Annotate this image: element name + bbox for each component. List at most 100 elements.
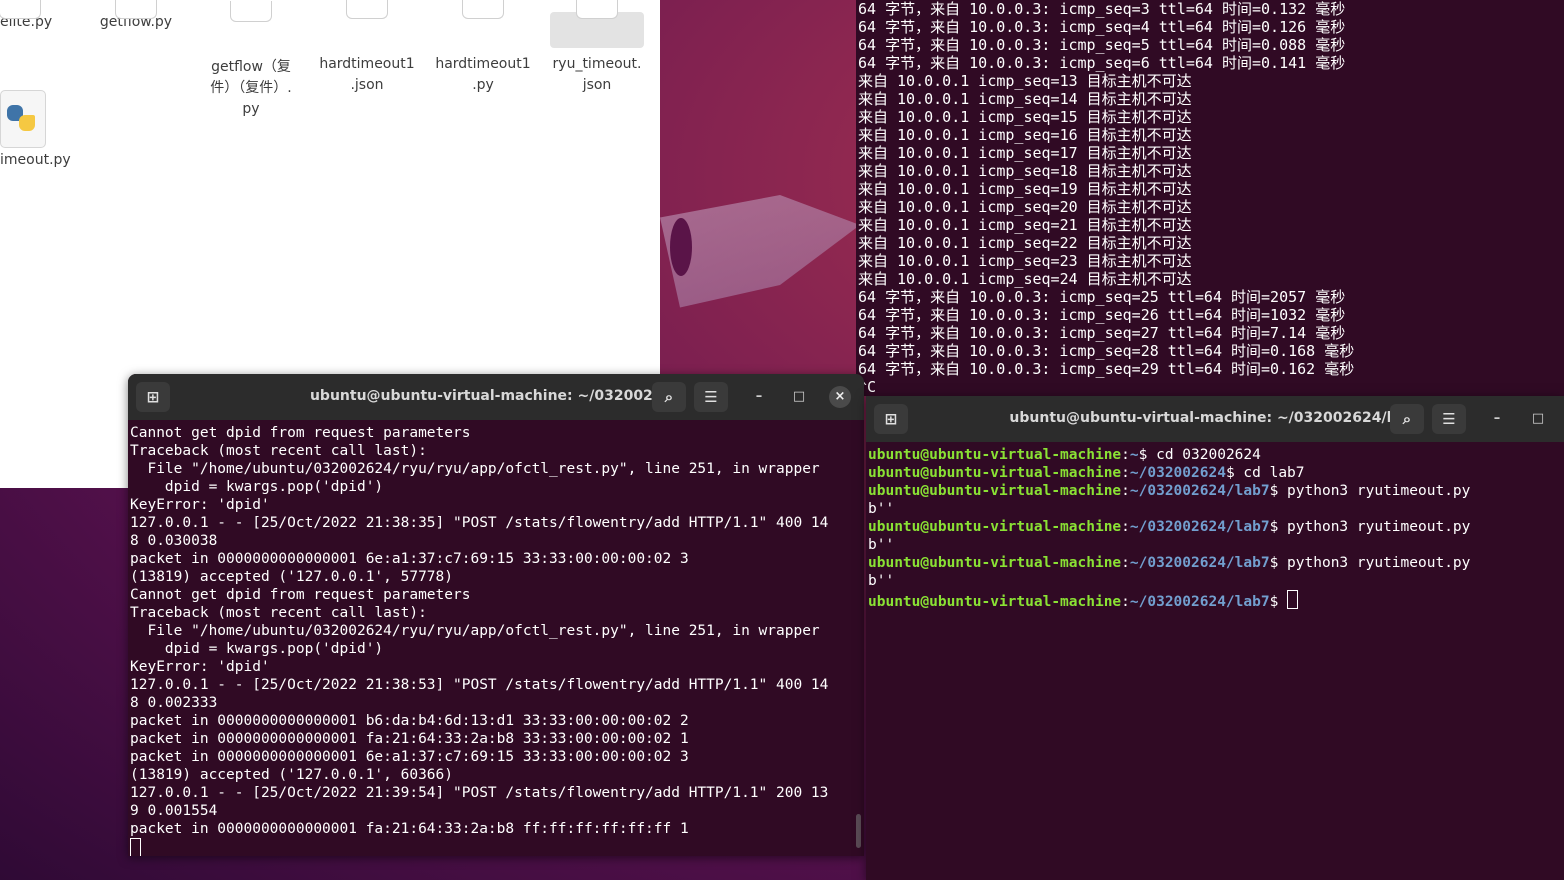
- prompt-user: ubuntu@ubuntu-virtual-machine: [868, 555, 1122, 571]
- command-text: $ python3 ryutimeout.py: [1269, 519, 1471, 535]
- terminal-line: 127.0.0.1 - - [25/Oct/2022 21:38:35] "PO…: [130, 515, 829, 531]
- file-label: hardtimeout1 .py: [435, 56, 531, 93]
- terminal-line: 来自 10.0.0.1 icmp_seq=22 目标主机不可达: [858, 234, 1192, 252]
- terminal-line: dpid = kwargs.pop('dpid'): [130, 479, 384, 495]
- search-icon[interactable]: ⌕: [1390, 404, 1424, 434]
- terminal-line: (13819) accepted ('127.0.0.1', 60366): [130, 767, 454, 783]
- terminal-line: 64 字节，来自 10.0.0.3: icmp_seq=25 ttl=64 时间…: [858, 288, 1346, 306]
- maximize-icon[interactable]: □: [788, 386, 810, 408]
- terminal-line: 来自 10.0.0.1 icmp_seq=20 目标主机不可达: [858, 198, 1192, 216]
- terminal-line: b'': [868, 572, 1562, 590]
- prompt-user: ubuntu@ubuntu-virtual-machine: [868, 519, 1122, 535]
- terminal-line: File "/home/ubuntu/032002624/ryu/ryu/app…: [130, 623, 820, 639]
- terminal-line: File "/home/ubuntu/032002624/ryu/ryu/app…: [130, 461, 820, 477]
- file-label: imeout.py: [0, 152, 71, 168]
- prompt-path: ~/032002624/lab7: [1129, 555, 1270, 571]
- close-icon[interactable]: ×: [829, 386, 851, 408]
- terminal-line: ^C: [858, 378, 877, 396]
- terminal-line: 64 字节，来自 10.0.0.3: icmp_seq=5 ttl=64 时间=…: [858, 36, 1346, 54]
- prompt-user: ubuntu@ubuntu-virtual-machine: [868, 447, 1122, 463]
- terminal-line: 8 0.030038: [130, 533, 218, 549]
- terminal-window-lab7[interactable]: ⊞ ubuntu@ubuntu-virtual-machine: ~/03200…: [866, 396, 1564, 880]
- terminal-line: 来自 10.0.0.1 icmp_seq=14 目标主机不可达: [858, 90, 1192, 108]
- prompt-path: ~: [1129, 447, 1139, 463]
- command-text: $ python3 ryutimeout.py: [1269, 555, 1471, 571]
- terminal-line: ubuntu@ubuntu-virtual-machine:~/03200262…: [868, 464, 1562, 482]
- file-label: getflow（复 件）（复件）. py: [210, 59, 292, 117]
- terminal-line: 64 字节，来自 10.0.0.3: icmp_seq=29 ttl=64 时间…: [858, 360, 1355, 378]
- search-icon[interactable]: ⌕: [652, 382, 686, 412]
- terminal-line: 64 字节，来自 10.0.0.3: icmp_seq=27 ttl=64 时间…: [858, 324, 1346, 342]
- file-item-selected[interactable]: ryu_timeout. json: [550, 0, 644, 93]
- file-item[interactable]: hardtimeout1 .json: [314, 0, 420, 96]
- file-icon: [576, 0, 618, 19]
- terminal-line: packet in 0000000000000001 6e:a1:37:c7:6…: [130, 551, 689, 567]
- file-item[interactable]: imeout.py: [0, 150, 80, 171]
- python-logo-yellow: [19, 115, 35, 131]
- terminal-line: 127.0.0.1 - - [25/Oct/2022 21:38:53] "PO…: [130, 677, 829, 693]
- prompt-path: ~/032002624/lab7: [1129, 483, 1270, 499]
- terminal-line: 来自 10.0.0.1 icmp_seq=18 目标主机不可达: [858, 162, 1192, 180]
- ping-lines: 64 字节，来自 10.0.0.3: icmp_seq=3 ttl=64 时间=…: [856, 0, 1564, 396]
- titlebar[interactable]: ⊞ ubuntu@ubuntu-virtual-machine: ~/03200…: [128, 374, 864, 420]
- command-output: b'': [868, 501, 895, 517]
- terminal-line: packet in 0000000000000001 6e:a1:37:c7:6…: [130, 749, 689, 765]
- terminal-line: (13819) accepted ('127.0.0.1', 57778): [130, 569, 454, 585]
- terminal-line: KeyError: 'dpid': [130, 659, 270, 675]
- terminal-cursor: [1287, 590, 1299, 609]
- ping-terminal-output[interactable]: 64 字节，来自 10.0.0.3: icmp_seq=3 ttl=64 时间=…: [856, 0, 1564, 396]
- minimize-icon[interactable]: –: [748, 386, 770, 408]
- file-item[interactable]: hardtimeout1 .py: [430, 0, 536, 96]
- terminal-line: 8 0.002333: [130, 695, 218, 711]
- wallpaper-eye: [670, 218, 692, 276]
- command-text: $ python3 ryutimeout.py: [1269, 483, 1471, 499]
- terminal-line: 64 字节，来自 10.0.0.3: icmp_seq=26 ttl=64 时间…: [858, 306, 1346, 324]
- terminal-output[interactable]: Cannot get dpid from request parameters T…: [128, 420, 864, 856]
- file-label: hardtimeout1 .json: [319, 56, 415, 93]
- prompt-path: ~/032002624/lab7: [1129, 594, 1270, 610]
- file-item[interactable]: getflow.py: [86, 0, 186, 33]
- file-icon: [462, 0, 504, 19]
- file-item[interactable]: elite.py: [0, 0, 60, 33]
- terminal-line: 64 字节，来自 10.0.0.3: icmp_seq=6 ttl=64 时间=…: [858, 54, 1346, 72]
- hamburger-menu-icon[interactable]: ☰: [1432, 404, 1466, 434]
- terminal-line: ubuntu@ubuntu-virtual-machine:~/03200262…: [868, 518, 1562, 536]
- terminal-line: Traceback (most recent call last):: [130, 605, 427, 621]
- prompt-path: ~/032002624: [1129, 465, 1226, 481]
- command-text: $: [1269, 594, 1288, 610]
- prompt-separator: :: [1121, 519, 1130, 535]
- terminal-line: 来自 10.0.0.1 icmp_seq=13 目标主机不可达: [858, 72, 1192, 90]
- terminal-window-ryu[interactable]: ⊞ ubuntu@ubuntu-virtual-machine: ~/03200…: [128, 374, 864, 856]
- terminal-cursor-line: [130, 838, 862, 856]
- scrollbar[interactable]: [856, 814, 861, 848]
- prompt-separator: :: [1121, 594, 1130, 610]
- terminal-line: 来自 10.0.0.1 icmp_seq=21 目标主机不可达: [858, 216, 1192, 234]
- titlebar[interactable]: ⊞ ubuntu@ubuntu-virtual-machine: ~/03200…: [866, 396, 1564, 442]
- prompt-separator: :: [1121, 555, 1130, 571]
- terminal-line: packet in 0000000000000001 fa:21:64:33:2…: [130, 821, 689, 837]
- prompt-separator: :: [1121, 447, 1130, 463]
- prompt-path: ~/032002624/lab7: [1129, 519, 1270, 535]
- terminal-line: b'': [868, 536, 1562, 554]
- terminal-line: Traceback (most recent call last):: [130, 443, 427, 459]
- command-output: b'': [868, 537, 895, 553]
- terminal-line: 来自 10.0.0.1 icmp_seq=23 目标主机不可达: [858, 252, 1192, 270]
- hamburger-menu-icon[interactable]: ☰: [694, 382, 728, 412]
- file-item[interactable]: getflow（复 件）（复件）. py: [196, 1, 306, 120]
- terminal-line: packet in 0000000000000001 fa:21:64:33:2…: [130, 731, 689, 747]
- terminal-line: 来自 10.0.0.1 icmp_seq=19 目标主机不可达: [858, 180, 1192, 198]
- file-icon: [346, 0, 388, 19]
- prompt-separator: :: [1121, 465, 1130, 481]
- command-output: b'': [868, 573, 895, 589]
- terminal-line: 来自 10.0.0.1 icmp_seq=16 目标主机不可达: [858, 126, 1192, 144]
- python-file-icon[interactable]: [0, 90, 46, 148]
- maximize-icon[interactable]: □: [1527, 408, 1549, 430]
- terminal-output[interactable]: ubuntu@ubuntu-virtual-machine:~$ cd 0320…: [866, 442, 1564, 615]
- minimize-icon[interactable]: –: [1486, 408, 1508, 430]
- terminal-line: ubuntu@ubuntu-virtual-machine:~/03200262…: [868, 554, 1562, 572]
- terminal-line: Cannot get dpid from request parameters: [130, 587, 471, 603]
- terminal-line: Cannot get dpid from request parameters: [130, 425, 471, 441]
- prompt-user: ubuntu@ubuntu-virtual-machine: [868, 594, 1122, 610]
- terminal-line: packet in 0000000000000001 b6:da:b4:6d:1…: [130, 713, 689, 729]
- prompt-user: ubuntu@ubuntu-virtual-machine: [868, 483, 1122, 499]
